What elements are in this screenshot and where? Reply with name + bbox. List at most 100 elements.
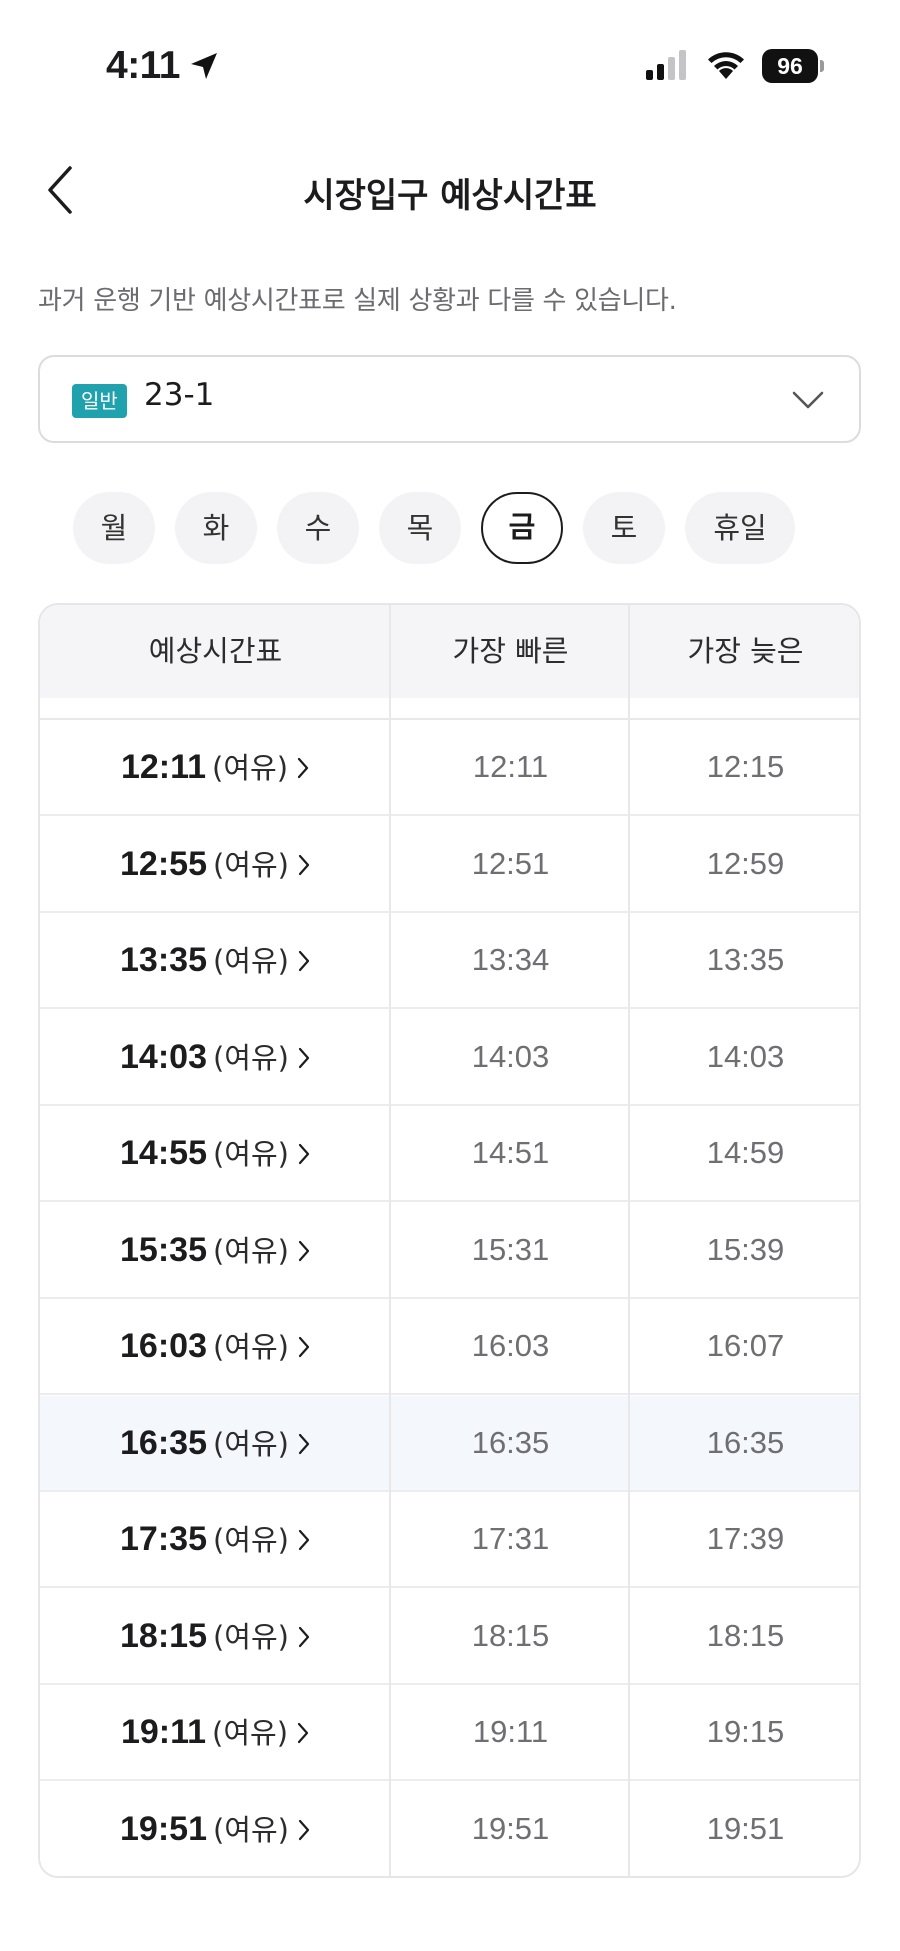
earliest-time: 16:03 (471, 1328, 550, 1363)
earliest-time: 19:51 (471, 1810, 550, 1846)
table-row[interactable]: 14:55 (여유) 14:51 14:59 (40, 1106, 859, 1202)
scheduled-time: 16:03 (120, 1327, 207, 1365)
chevron-right-icon (298, 854, 310, 875)
tab-thursday[interactable]: 목 (379, 492, 461, 564)
chevron-right-icon (298, 1433, 310, 1454)
congestion-status: (여유) (212, 1716, 289, 1750)
earliest-time: 14:03 (471, 1038, 550, 1074)
earliest-time: 12:11 (472, 749, 549, 784)
scheduled-time-cell: 18:15 (여유) (40, 1589, 391, 1685)
scheduled-time-cell: 16:35 (여유) (40, 1396, 391, 1492)
scheduled-time: 16:35 (120, 1423, 207, 1462)
latest-time: 16:35 (706, 1424, 785, 1460)
scheduled-time: 17:35 (120, 1520, 207, 1558)
latest-time: 16:07 (706, 1328, 785, 1363)
congestion-status: (여유) (212, 944, 289, 978)
chevron-right-icon (298, 1143, 310, 1165)
location-arrow-icon (191, 53, 217, 79)
table-row[interactable]: 15:35 (여유) 15:31 15:39 (40, 1203, 859, 1299)
chevron-right-icon (298, 1529, 310, 1551)
scheduled-time-cell: 19:51 (여유) (40, 1782, 391, 1877)
chevron-right-icon (298, 950, 310, 972)
tab-saturday[interactable]: 토 (583, 492, 665, 564)
congestion-status: (여유) (212, 1330, 289, 1364)
latest-time: 12:15 (706, 749, 785, 784)
earliest-time: 15:31 (471, 1231, 550, 1267)
table-row[interactable]: 13:35 (여유) 13:34 13:35 (40, 913, 859, 1009)
table-row[interactable]: 17:35 (여유) 17:31 17:39 (40, 1492, 859, 1588)
latest-time: 14:59 (706, 1135, 785, 1170)
tab-tuesday[interactable]: 화 (175, 492, 257, 564)
table-row-partial (40, 698, 859, 720)
table-row[interactable]: 12:11 (여유) 12:11 12:15 (40, 720, 859, 816)
status-bar: 4:11 96 (0, 0, 900, 135)
table-row[interactable]: 19:51 (여유) 19:51 19:51 (40, 1782, 859, 1877)
latest-time: 17:39 (706, 1521, 785, 1556)
scheduled-time: 13:35 (120, 941, 207, 979)
disclaimer-notice: 과거 운행 기반 예상시간표로 실제 상황과 다를 수 있습니다. (38, 286, 677, 316)
scheduled-time: 14:03 (120, 1037, 207, 1076)
battery-indicator: 96 (762, 49, 824, 83)
scheduled-time-cell: 13:35 (여유) (40, 913, 391, 1009)
scheduled-time: 19:11 (120, 1713, 207, 1751)
earliest-time: 18:15 (471, 1617, 550, 1653)
tab-wednesday[interactable]: 수 (277, 492, 359, 564)
scheduled-time-cell: 17:35 (여유) (40, 1492, 391, 1588)
header-timetable: 예상시간표 (148, 634, 283, 668)
scheduled-time: 12:11 (120, 748, 207, 786)
timetable: 예상시간표 가장 빠른 가장 늦은 12:11 (여유) 12:11 12:15 12:… (38, 603, 861, 1878)
earliest-time: 19:11 (472, 1714, 549, 1749)
chevron-right-icon (298, 1047, 310, 1068)
wifi-icon (708, 52, 744, 79)
header-latest: 가장 늦은 (687, 634, 804, 668)
table-row[interactable]: 14:03 (여유) 14:03 14:03 (40, 1010, 859, 1106)
scheduled-time-cell: 12:11 (여유) (40, 720, 391, 816)
latest-time: 19:15 (706, 1714, 785, 1749)
latest-time: 13:35 (706, 942, 785, 977)
earliest-time: 14:51 (471, 1135, 550, 1170)
page-title: 시장입구 예상시간표 (303, 176, 597, 216)
column-divider (389, 605, 391, 1876)
congestion-status: (여유) (212, 1426, 289, 1461)
table-row[interactable]: 19:11 (여유) 19:11 19:15 (40, 1685, 859, 1781)
scheduled-time-cell: 19:11 (여유) (40, 1685, 391, 1781)
table-header: 예상시간표 가장 빠른 가장 늦은 (40, 605, 859, 698)
route-selector-dropdown[interactable]: 일반 23-1 (38, 355, 861, 443)
header: 시장입구 예상시간표 (0, 150, 900, 230)
congestion-status: (여유) (212, 1619, 289, 1654)
table-row[interactable]: 16:35 (여유) 16:35 16:35 (40, 1395, 859, 1492)
congestion-status: (여유) (212, 1812, 289, 1847)
scheduled-time: 19:51 (120, 1809, 207, 1848)
table-row[interactable]: 18:15 (여유) 18:15 18:15 (40, 1589, 859, 1685)
header-earliest: 가장 빠른 (452, 634, 569, 668)
scheduled-time-cell: 12:55 (여유) (40, 817, 391, 913)
table-row[interactable]: 16:03 (여유) 16:03 16:07 (40, 1299, 859, 1395)
table-row[interactable]: 12:55 (여유) 12:51 12:59 (40, 817, 859, 913)
scheduled-time-cell: 14:03 (여유) (40, 1010, 391, 1106)
chevron-right-icon (298, 1336, 310, 1358)
earliest-time: 13:34 (471, 942, 550, 977)
latest-time: 19:51 (706, 1810, 785, 1846)
chevron-right-icon (297, 1722, 309, 1744)
battery-level: 96 (762, 49, 818, 83)
cellular-signal-icon (646, 50, 686, 80)
scheduled-time: 15:35 (120, 1230, 207, 1269)
chevron-right-icon (297, 757, 309, 779)
battery-nub (820, 60, 824, 72)
scheduled-time: 12:55 (120, 844, 207, 883)
column-divider (628, 605, 630, 1876)
scheduled-time-cell: 16:03 (여유) (40, 1299, 391, 1395)
chevron-right-icon (298, 1819, 310, 1840)
tab-monday[interactable]: 월 (73, 492, 155, 564)
tab-friday[interactable]: 금 (481, 492, 563, 564)
chevron-right-icon (298, 1626, 310, 1647)
congestion-status: (여유) (212, 1523, 289, 1557)
route-type-badge: 일반 (72, 384, 127, 418)
status-time: 4:11 (106, 44, 180, 87)
scheduled-time: 14:55 (120, 1134, 207, 1172)
tab-holiday[interactable]: 휴일 (685, 492, 795, 564)
congestion-status: (여유) (212, 1040, 289, 1075)
latest-time: 18:15 (706, 1617, 785, 1653)
scheduled-time-cell: 15:35 (여유) (40, 1203, 391, 1299)
congestion-status: (여유) (212, 751, 289, 785)
